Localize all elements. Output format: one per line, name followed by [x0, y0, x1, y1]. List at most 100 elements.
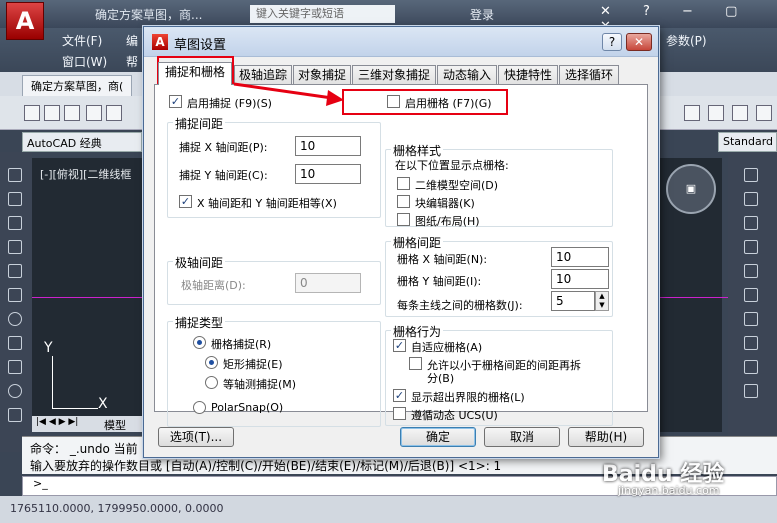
document-tab[interactable]: 确定方案草图，商( [22, 75, 133, 96]
watermark-url: jingyan.baidu.com [618, 484, 720, 497]
help-dialog-button[interactable]: 帮助(H) [568, 427, 644, 447]
menu-window[interactable]: 窗口(W) [62, 53, 107, 70]
tab-3d-object-snap[interactable]: 三维对象捕捉 [352, 65, 436, 84]
plot-icon[interactable] [106, 105, 122, 121]
offset-icon[interactable] [744, 240, 758, 254]
grid-y-input[interactable]: 10 [551, 269, 609, 289]
revision-cloud-icon[interactable] [8, 336, 22, 350]
polar-snap-radio[interactable] [193, 401, 206, 414]
major-line-label: 每条主线之间的栅格数(J): [397, 299, 523, 312]
menu-help[interactable]: 帮 [126, 53, 138, 70]
construction-line-icon[interactable] [8, 192, 22, 206]
close-button[interactable]: ✕ [626, 33, 652, 51]
move-icon[interactable] [744, 288, 758, 302]
ellipse-icon[interactable] [8, 384, 22, 398]
ucs-axis [52, 356, 53, 408]
grid-x-input[interactable]: 10 [551, 247, 609, 267]
modify-toolbar [728, 152, 777, 452]
tab-nav-icon[interactable]: |◀ ◀ ▶ ▶| [36, 417, 78, 427]
ucs-axis [52, 408, 98, 409]
scale-icon[interactable] [744, 336, 758, 350]
dialog-titlebar[interactable]: A 草图设置 ? ✕ [144, 27, 658, 57]
grid-behavior-title: 栅格行为 [391, 323, 444, 340]
polygon-icon[interactable] [8, 240, 22, 254]
annotation-arrow-icon [233, 82, 344, 106]
beyond-limits-checkbox[interactable]: ✓ [393, 389, 406, 402]
tab-selection-cycling[interactable]: 选择循环 [559, 65, 619, 84]
layer-icon[interactable] [732, 105, 748, 121]
help-button[interactable]: ? [602, 33, 622, 51]
major-line-input[interactable]: 5 [551, 291, 595, 311]
grid-layout-checkbox[interactable] [397, 213, 410, 226]
grid-2d-model-checkbox[interactable] [397, 177, 410, 190]
subdivide-checkbox[interactable] [409, 357, 422, 370]
search-input[interactable]: 键入关键字或短语 [250, 5, 395, 23]
command-line: 输入要放弃的操作数目或 [自动(A)/控制(C)/开始(BE)/结束(E)/标记… [30, 459, 502, 473]
rectangle-icon[interactable] [8, 264, 22, 278]
ucs-y-label: Y [44, 340, 53, 356]
insert-block-icon[interactable] [8, 408, 22, 422]
grid-snap-radio[interactable] [193, 336, 206, 349]
grid-2d-model-label: 二维模型空间(D) [415, 179, 499, 192]
follow-ucs-label: 遵循动态 UCS(U) [411, 409, 498, 422]
subdivide-label-cont: 分(B) [427, 372, 455, 385]
menu-file[interactable]: 文件(F) [62, 32, 102, 49]
autocad-logo-icon: A [152, 34, 168, 50]
properties-icon[interactable] [708, 105, 724, 121]
status-bar: 1765110.0000, 1799950.0000, 0.0000 [0, 496, 777, 523]
polar-spacing-title: 极轴间距 [173, 254, 226, 271]
trim-icon[interactable] [744, 384, 758, 398]
dialog-title: 草图设置 [174, 38, 227, 53]
menu-edit[interactable]: 编 [126, 32, 138, 49]
array-icon[interactable] [744, 264, 758, 278]
tab-dynamic-input[interactable]: 动态输入 [437, 65, 497, 84]
viewcube-icon[interactable]: ▣ [666, 164, 716, 214]
workspace-select[interactable]: AutoCAD 经典 [22, 132, 142, 152]
grid-x-label: 栅格 X 轴间距(N): [397, 253, 488, 266]
grid-spacing-title: 栅格间距 [391, 234, 444, 251]
grid-layout-label: 图纸/布局(H) [415, 215, 480, 228]
login-link[interactable]: 登录 [470, 6, 494, 23]
cancel-button[interactable]: 取消 [484, 427, 560, 447]
polar-distance-input[interactable]: 0 [295, 273, 361, 293]
dimension-icon[interactable] [684, 105, 700, 121]
iso-snap-radio[interactable] [205, 376, 218, 389]
snap-x-input[interactable]: 10 [295, 136, 361, 156]
erase-icon[interactable] [744, 168, 758, 182]
adaptive-grid-checkbox[interactable]: ✓ [393, 339, 406, 352]
grid-y-label: 栅格 Y 轴间距(I): [397, 275, 482, 288]
text-style-select[interactable]: Standard [718, 132, 777, 152]
autocad-logo-icon[interactable]: A [6, 2, 44, 40]
equal-spacing-checkbox[interactable]: ✓ [179, 195, 192, 208]
rect-snap-radio[interactable] [205, 356, 218, 369]
menu-parametric[interactable]: 参数(P) [666, 32, 707, 49]
copy-icon[interactable] [744, 192, 758, 206]
options-button[interactable]: 选项(T)... [158, 427, 234, 447]
adaptive-grid-label: 自适应栅格(A) [411, 341, 483, 354]
new-icon[interactable] [24, 105, 40, 121]
stretch-icon[interactable] [744, 360, 758, 374]
print-icon[interactable] [86, 105, 102, 121]
spline-icon[interactable] [8, 360, 22, 374]
spinner-icon[interactable]: ▲ ▼ [595, 291, 609, 311]
line-icon[interactable] [8, 168, 22, 182]
follow-ucs-checkbox[interactable] [393, 407, 406, 420]
open-icon[interactable] [44, 105, 60, 121]
tab-snap-and-grid[interactable]: 捕捉和栅格 [158, 62, 232, 85]
model-tab[interactable]: 模型 [104, 417, 126, 433]
ok-button[interactable]: 确定 [400, 427, 476, 447]
save-icon[interactable] [64, 105, 80, 121]
polyline-icon[interactable] [8, 216, 22, 230]
snap-type-title: 捕捉类型 [173, 314, 226, 331]
arc-icon[interactable] [8, 288, 22, 302]
tab-quick-properties[interactable]: 快捷特性 [498, 65, 558, 84]
block-icon[interactable] [756, 105, 772, 121]
rotate-icon[interactable] [744, 312, 758, 326]
grid-block-editor-checkbox[interactable] [397, 195, 410, 208]
circle-icon[interactable] [8, 312, 22, 326]
mirror-icon[interactable] [744, 216, 758, 230]
viewport-label[interactable]: [-][俯视][二维线框 [40, 166, 131, 182]
snap-y-input[interactable]: 10 [295, 164, 361, 184]
coordinate-readout: 1765110.0000, 1799950.0000, 0.0000 [10, 502, 224, 515]
snap-on-checkbox[interactable]: ✓ [169, 95, 182, 108]
